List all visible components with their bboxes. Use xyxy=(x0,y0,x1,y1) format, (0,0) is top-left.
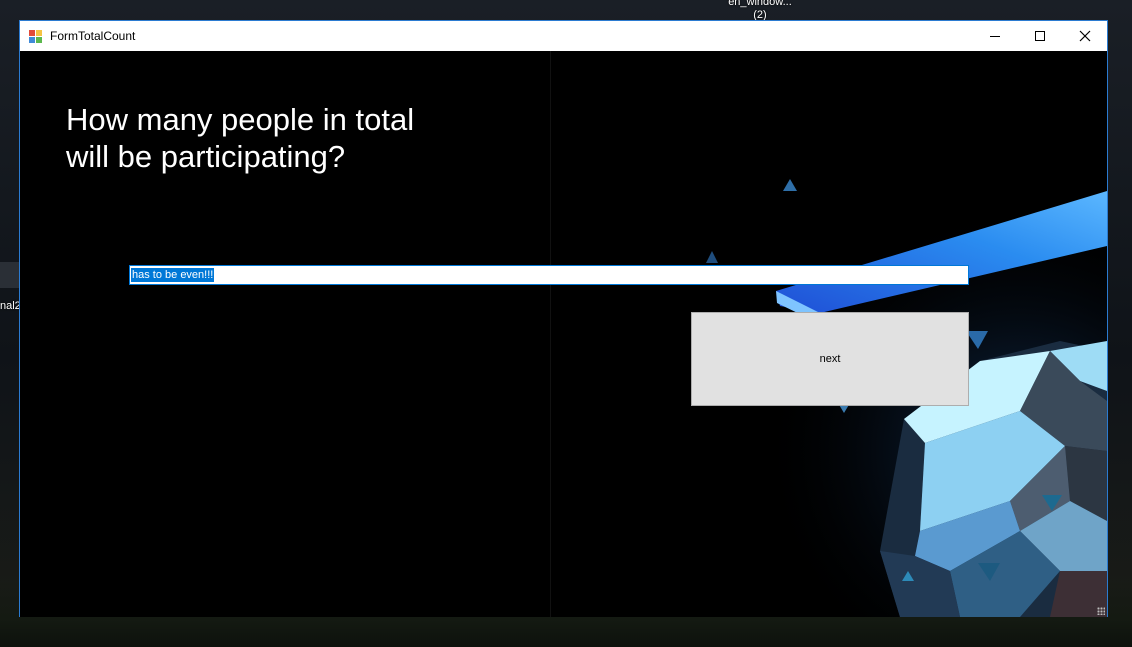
title-bar[interactable]: FormTotalCount xyxy=(20,21,1107,51)
total-count-input[interactable]: has to be even!!! xyxy=(129,265,969,285)
question-line-1: How many people in total xyxy=(66,102,415,137)
desktop-icon-label[interactable]: en_window... (2) xyxy=(722,0,798,22)
form-client-area: How many people in total will be partici… xyxy=(20,51,1107,617)
window-title: FormTotalCount xyxy=(50,29,136,43)
desktop-left-label[interactable]: nal2 xyxy=(0,300,21,312)
next-button[interactable]: next xyxy=(691,312,969,406)
window-controls xyxy=(972,21,1107,51)
maximize-button[interactable] xyxy=(1017,21,1062,51)
desktop-icon[interactable] xyxy=(0,262,19,288)
app-icon xyxy=(28,28,44,44)
desktop-icon-label-line1: en_window... xyxy=(728,0,792,8)
maximize-icon xyxy=(1034,31,1045,41)
background-divider xyxy=(550,51,551,617)
question-line-2: will be participating? xyxy=(66,139,346,174)
close-icon xyxy=(1079,30,1090,42)
minimize-button[interactable] xyxy=(972,21,1017,51)
resize-grip-icon[interactable] xyxy=(1097,607,1105,615)
minimize-icon xyxy=(989,35,1000,37)
next-button-label: next xyxy=(819,353,841,365)
close-button[interactable] xyxy=(1062,21,1107,51)
total-count-input-text: has to be even!!! xyxy=(131,268,215,282)
form-window: FormTotalCount How many people in total … xyxy=(19,20,1108,617)
question-heading: How many people in total will be partici… xyxy=(66,101,486,175)
